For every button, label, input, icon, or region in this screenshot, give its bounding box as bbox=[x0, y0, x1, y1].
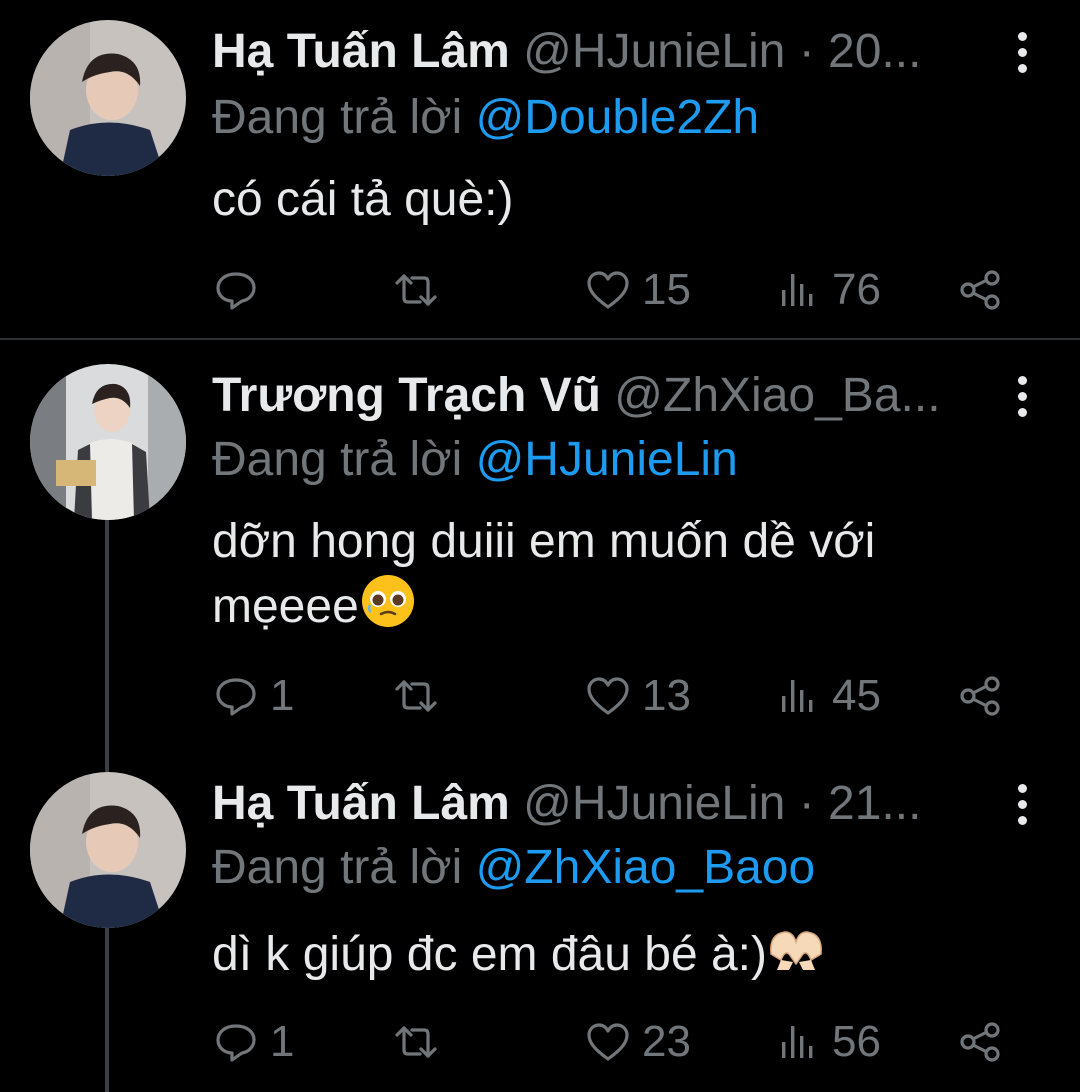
replying-to-label: Đang trả lời bbox=[212, 433, 476, 486]
views-button[interactable]: 76 bbox=[774, 262, 881, 318]
like-button[interactable]: 15 bbox=[584, 262, 691, 318]
views-count: 56 bbox=[832, 1017, 881, 1066]
reply-button[interactable]: 1 bbox=[212, 1014, 294, 1070]
tweet-divider bbox=[0, 338, 1080, 340]
avatar[interactable] bbox=[30, 772, 186, 928]
pleading-face-emoji-icon bbox=[361, 575, 414, 627]
like-icon bbox=[587, 1023, 629, 1061]
views-count: 76 bbox=[832, 265, 881, 314]
views-icon bbox=[782, 274, 813, 306]
tweet-actions: 15 76 bbox=[212, 262, 1012, 318]
views-icon bbox=[782, 680, 813, 712]
display-name[interactable]: Hạ Tuấn Lâm bbox=[212, 25, 510, 78]
tweet-actions: 1 13 45 bbox=[212, 668, 1012, 724]
mention-link[interactable]: @ZhXiao_Baoo bbox=[476, 841, 816, 894]
tweet-text: dỡn hong duiii em muốn dề với mẹeee bbox=[212, 512, 1020, 637]
like-icon bbox=[587, 271, 629, 309]
tweet-text: có cái tả què:) bbox=[212, 173, 514, 226]
replying-to: Đang trả lời @Double2Zh bbox=[212, 88, 759, 148]
share-icon bbox=[960, 1022, 1000, 1062]
retweet-icon bbox=[395, 680, 437, 712]
retweet-button[interactable] bbox=[392, 668, 440, 724]
mention-link[interactable]: @HJunieLin bbox=[476, 433, 738, 486]
display-name[interactable]: Hạ Tuấn Lâm bbox=[212, 777, 510, 830]
thread-connector-line bbox=[105, 450, 109, 1092]
avatar-image bbox=[30, 772, 186, 928]
avatar-image bbox=[30, 20, 186, 176]
share-icon bbox=[960, 676, 1000, 716]
avatar[interactable] bbox=[30, 364, 186, 520]
tweet-text: dì k giúp đc em đâu bé à:) bbox=[212, 920, 1020, 985]
tweet-text-line-2: mẹeee bbox=[212, 572, 1020, 637]
retweet-icon bbox=[395, 1026, 437, 1058]
more-options-icon[interactable] bbox=[1012, 22, 1032, 82]
share-button[interactable] bbox=[956, 262, 1004, 318]
replying-to-label: Đang trả lời bbox=[212, 91, 476, 144]
tweet-text-line-1: dỡn hong duiii em muốn dề với bbox=[212, 515, 876, 568]
reply-button[interactable]: 1 bbox=[212, 668, 294, 724]
views-button[interactable]: 45 bbox=[774, 668, 881, 724]
handle-and-time[interactable]: @HJunieLin · 21... bbox=[523, 777, 921, 830]
like-icon bbox=[587, 677, 629, 715]
reply-button[interactable] bbox=[212, 262, 270, 318]
handle-and-time[interactable]: @ZhXiao_Ba... bbox=[614, 369, 940, 422]
tweet-text-line-2-text: mẹeee bbox=[212, 580, 359, 633]
retweet-button[interactable] bbox=[392, 262, 440, 318]
like-count: 15 bbox=[642, 265, 691, 314]
more-options-icon[interactable] bbox=[1012, 774, 1032, 834]
reply-count: 1 bbox=[270, 1017, 295, 1066]
views-count: 45 bbox=[832, 671, 881, 720]
share-icon bbox=[960, 270, 1000, 310]
reply-icon bbox=[216, 678, 256, 716]
share-button[interactable] bbox=[956, 1014, 1004, 1070]
mention-link[interactable]: @Double2Zh bbox=[476, 91, 760, 144]
share-button[interactable] bbox=[956, 668, 1004, 724]
views-button[interactable]: 56 bbox=[774, 1014, 881, 1070]
more-options-icon[interactable] bbox=[1012, 366, 1032, 426]
reply-icon bbox=[216, 1024, 256, 1062]
tweet-text-content: dì k giúp đc em đâu bé à:) bbox=[212, 928, 767, 981]
like-button[interactable]: 23 bbox=[584, 1014, 691, 1070]
avatar-image bbox=[30, 364, 186, 520]
retweet-icon bbox=[395, 274, 437, 306]
avatar[interactable] bbox=[30, 20, 186, 176]
replying-to: Đang trả lời @HJunieLin bbox=[212, 430, 738, 490]
retweet-button[interactable] bbox=[392, 1014, 440, 1070]
like-button[interactable]: 13 bbox=[584, 668, 691, 724]
display-name[interactable]: Trương Trạch Vũ bbox=[212, 369, 601, 422]
handle-and-time[interactable]: @HJunieLin · 20... bbox=[523, 25, 921, 78]
replying-to-label: Đang trả lời bbox=[212, 841, 476, 894]
tweet-actions: 1 23 56 bbox=[212, 1014, 1012, 1070]
views-icon bbox=[782, 1026, 813, 1058]
like-count: 13 bbox=[642, 671, 691, 720]
reply-icon bbox=[216, 272, 256, 310]
like-count: 23 bbox=[642, 1017, 691, 1066]
reply-count: 1 bbox=[270, 671, 295, 720]
replying-to: Đang trả lời @ZhXiao_Baoo bbox=[212, 838, 815, 898]
heart-hands-emoji-icon bbox=[770, 931, 822, 970]
